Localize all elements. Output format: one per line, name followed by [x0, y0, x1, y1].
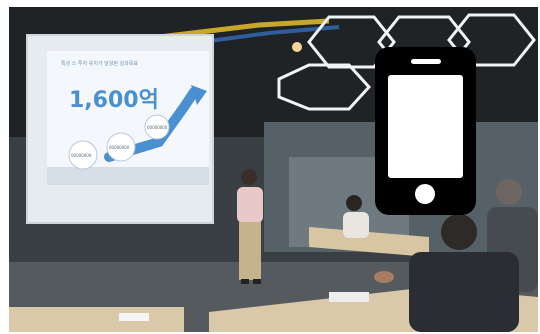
slide-label-mid: 00000000 [109, 145, 130, 150]
meeting-room-photo: 특성 스 투자 유치가 달성된 성과목표 1,600억 00000000 000… [9, 7, 538, 332]
slide-small-heading: 특성 스 투자 유치가 달성된 성과목표 [61, 60, 138, 67]
slide-label-left: 00000000 [71, 153, 92, 158]
slide-headline: 1,600억 [69, 88, 159, 113]
smartphone-icon [375, 47, 476, 215]
slide-label-right: 00000000 [147, 125, 168, 130]
ceiling-spotlight [292, 42, 302, 52]
